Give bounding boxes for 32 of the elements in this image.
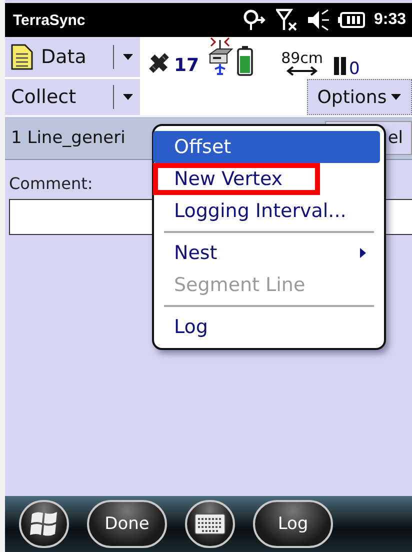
menu-item[interactable]: Log — [153, 311, 380, 343]
log-count: 0 — [349, 59, 360, 79]
double-arrow-icon — [286, 66, 318, 76]
caret-icon — [122, 93, 134, 101]
taskbar-button[interactable]: Log — [253, 500, 333, 548]
keyboard-icon — [194, 513, 226, 535]
menu-item[interactable]: Offset — [153, 131, 380, 163]
feature-name: 1 Line_generi — [11, 128, 126, 148]
battery-level-icon — [237, 46, 254, 76]
no-signal-icon[interactable] — [276, 8, 298, 32]
caret-icon — [122, 53, 134, 61]
document-icon — [11, 44, 33, 70]
caret-icon — [390, 93, 402, 101]
pause-icon — [333, 56, 348, 76]
mode-dropdown[interactable]: Collect — [5, 79, 140, 115]
options-button[interactable]: Options — [307, 79, 412, 115]
satellite-count: 17 — [174, 55, 200, 76]
start-icon — [29, 510, 59, 538]
comment-label: Comment: — [9, 174, 93, 193]
battery-icon[interactable] — [338, 10, 366, 30]
speaker-icon[interactable] — [306, 8, 330, 32]
keyboard-button[interactable] — [185, 500, 235, 548]
accuracy-value: 89cm — [281, 50, 324, 66]
menu-item[interactable]: Nest — [153, 237, 380, 269]
start-button[interactable] — [19, 500, 69, 548]
section-dropdown[interactable]: Data — [5, 37, 140, 79]
taskbar-button[interactable]: Done — [87, 500, 167, 548]
menu-item[interactable]: New Vertex — [153, 163, 320, 195]
clock-time: 9:33 — [374, 11, 406, 29]
gps-icon[interactable] — [242, 8, 268, 32]
app-title: TerraSync — [13, 12, 86, 28]
menu-item[interactable]: Logging Interval... — [153, 195, 380, 227]
